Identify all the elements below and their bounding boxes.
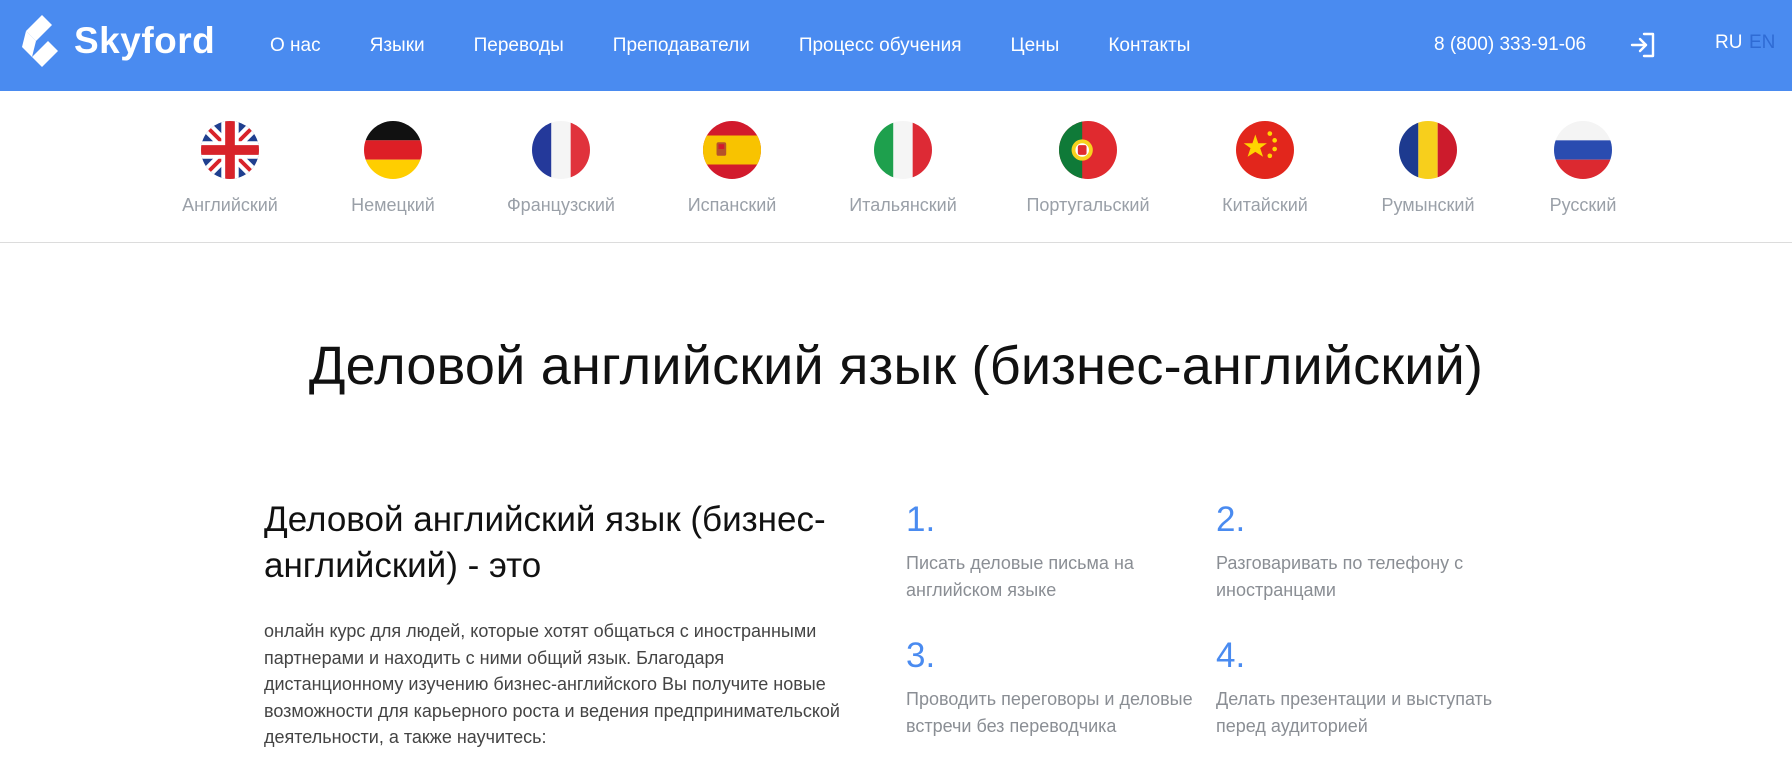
benefit-number: 1. — [906, 500, 936, 539]
language-item-italian[interactable]: Итальянский — [828, 121, 978, 216]
benefit-number: 2. — [1216, 500, 1246, 539]
italy-flag-icon — [874, 121, 932, 179]
benefit-number: 3. — [906, 636, 936, 675]
benefit-text: Проводить переговоры и деловые встречи б… — [906, 689, 1193, 736]
login-icon[interactable] — [1628, 30, 1658, 60]
benefit-item: 3. Проводить переговоры и деловые встреч… — [906, 636, 1206, 740]
nav-item-translations[interactable]: Переводы — [474, 35, 564, 57]
benefit-item: 1. Писать деловые письма на английском я… — [906, 500, 1206, 604]
germany-flag-icon — [364, 121, 422, 179]
phone-number[interactable]: 8 (800) 333-91-06 — [1434, 34, 1586, 56]
nav-item-teachers[interactable]: Преподаватели — [613, 35, 750, 57]
nav-item-learning-process[interactable]: Процесс обучения — [799, 35, 962, 57]
benefit-item: 2. Разговаривать по телефону с иностранц… — [1216, 500, 1516, 604]
language-item-german[interactable]: Немецкий — [318, 121, 468, 216]
language-label: Румынский — [1381, 195, 1475, 215]
language-label: Испанский — [687, 195, 777, 215]
logo[interactable]: Skyford — [22, 13, 215, 69]
nav-item-languages[interactable]: Языки — [370, 35, 425, 57]
skyford-logo-icon — [22, 15, 58, 67]
language-label: Итальянский — [849, 195, 957, 215]
nav-item-prices[interactable]: Цены — [1011, 35, 1060, 57]
benefit-text: Писать деловые письма на английском язык… — [906, 553, 1134, 600]
benefit-text: Делать презентации и выступать перед ауд… — [1216, 689, 1493, 736]
intro-text: онлайн курс для людей, которые хотят общ… — [264, 621, 840, 747]
language-label: Немецкий — [351, 195, 435, 215]
language-item-romanian[interactable]: Румынский — [1353, 121, 1503, 216]
nav-item-contacts[interactable]: Контакты — [1108, 35, 1190, 57]
main-nav: О нас Языки Переводы Преподаватели Проце… — [270, 0, 1239, 91]
page-title: Деловой английский язык (бизнес-английск… — [308, 336, 1484, 396]
language-item-spanish[interactable]: Испанский — [657, 121, 807, 216]
benefit-item: 4. Делать презентации и выступать перед … — [1216, 636, 1516, 740]
intro-title: Деловой английский язык (бизнес-английск… — [264, 500, 826, 585]
lang-switch-ru[interactable]: RU — [1715, 32, 1742, 54]
language-item-portuguese[interactable]: Португальский — [1013, 121, 1163, 216]
language-item-french[interactable]: Французский — [486, 121, 636, 216]
language-item-russian[interactable]: Русский — [1508, 121, 1658, 216]
language-label: Китайский — [1222, 195, 1308, 215]
uk-flag-icon — [201, 121, 259, 179]
spain-flag-icon — [703, 121, 761, 179]
top-navbar: Skyford О нас Языки Переводы Преподавате… — [0, 0, 1792, 91]
lang-switch-en[interactable]: EN — [1749, 32, 1775, 54]
language-label: Русский — [1549, 195, 1617, 215]
portugal-flag-icon — [1059, 121, 1117, 179]
language-label: Английский — [182, 195, 278, 215]
france-flag-icon — [532, 121, 590, 179]
language-label: Португальский — [1026, 195, 1150, 215]
language-item-chinese[interactable]: Китайский — [1190, 121, 1340, 216]
language-selector-bar: Английский Немецкий Французский Испански… — [0, 91, 1792, 243]
nav-item-about[interactable]: О нас — [270, 35, 321, 57]
china-flag-icon — [1236, 121, 1294, 179]
language-label: Французский — [507, 195, 615, 215]
logo-text: Skyford — [74, 20, 216, 61]
benefit-number: 4. — [1216, 636, 1246, 675]
language-item-english[interactable]: Английский — [155, 121, 305, 216]
romania-flag-icon — [1399, 121, 1457, 179]
benefit-text: Разговаривать по телефону с иностранцами — [1216, 553, 1464, 600]
russia-flag-icon — [1554, 121, 1612, 179]
